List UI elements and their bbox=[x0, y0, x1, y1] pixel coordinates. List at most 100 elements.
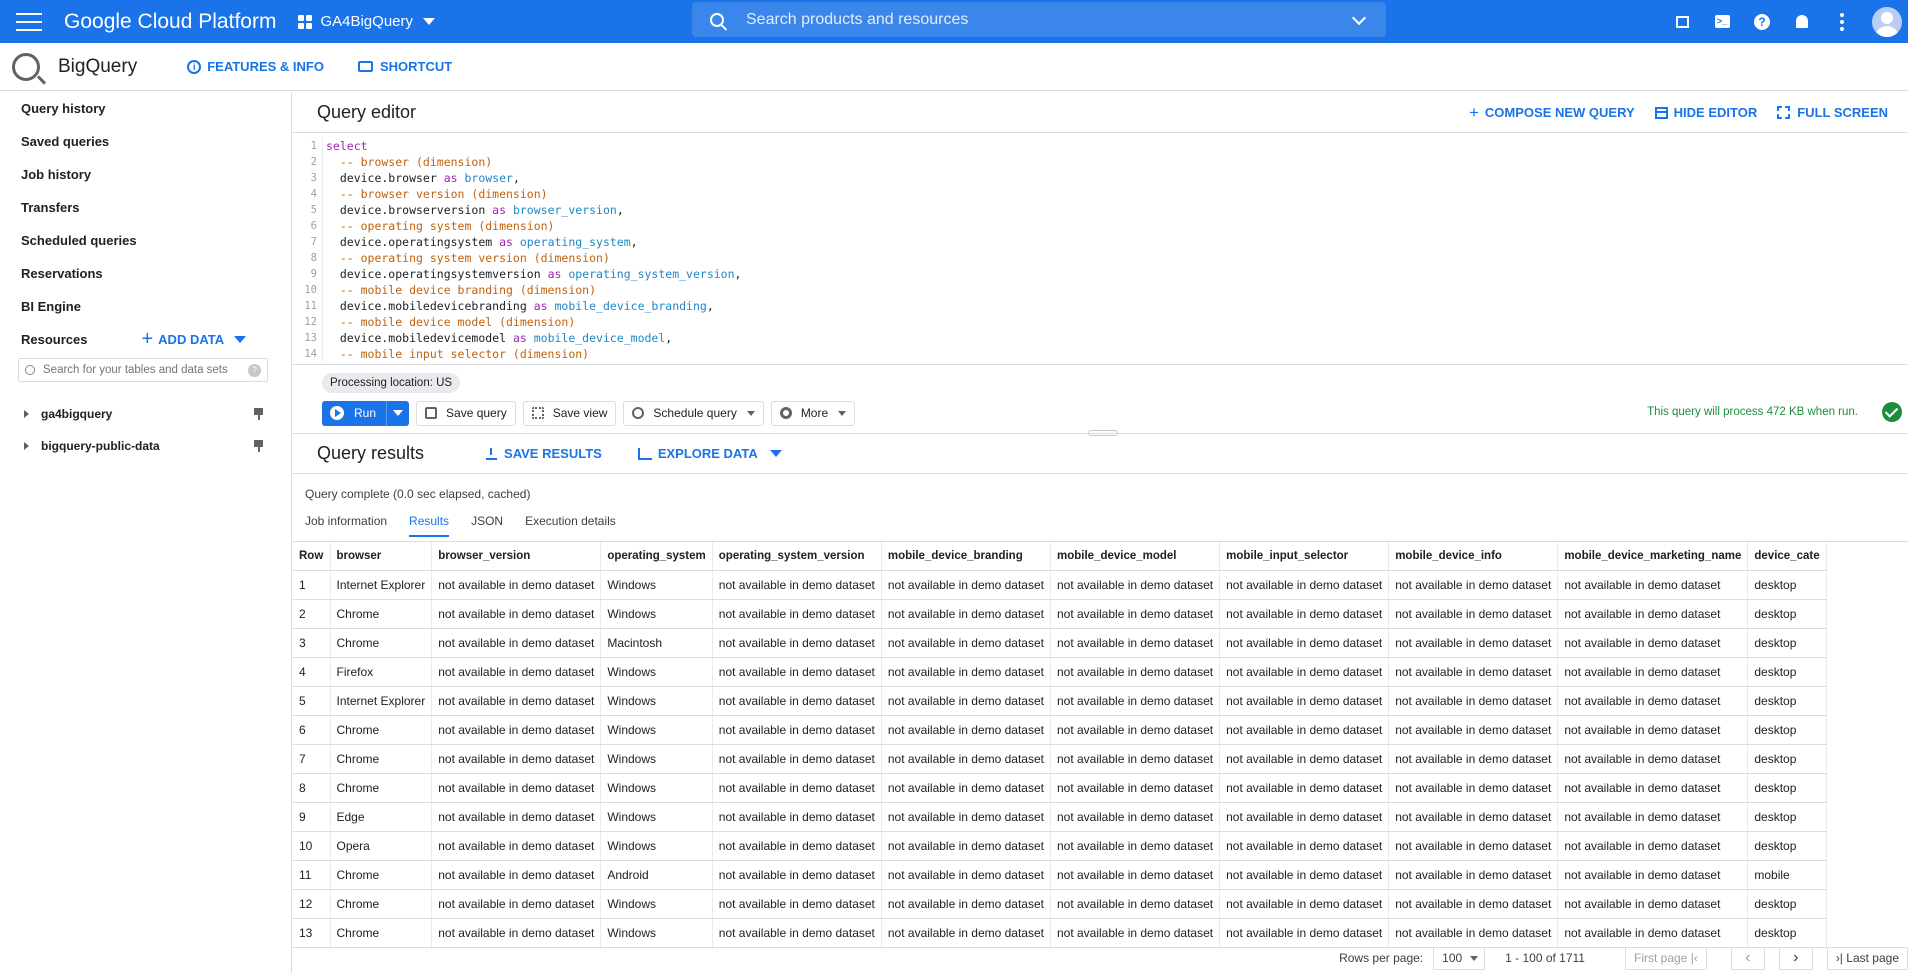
keyboard-icon bbox=[357, 61, 373, 72]
table-cell: not available in demo dataset bbox=[712, 686, 882, 716]
table-row[interactable]: 12 Chrome not available in demo dataset Win… bbox=[293, 889, 1827, 919]
column-header[interactable]: mobile_device_marketing_name bbox=[1557, 542, 1749, 571]
global-search[interactable]: Search products and resources bbox=[692, 2, 1386, 37]
table-row[interactable]: 1 Internet Explorer not available in demo … bbox=[293, 570, 1827, 600]
expand-arrow-icon[interactable] bbox=[24, 442, 29, 450]
column-header[interactable]: mobile_device_info bbox=[1388, 542, 1559, 571]
save-results-button[interactable]: SAVE RESULTS bbox=[486, 446, 602, 461]
table-cell: not available in demo dataset bbox=[431, 628, 602, 658]
expand-arrow-icon[interactable] bbox=[24, 410, 29, 418]
table-row[interactable]: 10 Opera not available in demo dataset Wind… bbox=[293, 831, 1827, 861]
tab-json[interactable]: JSON bbox=[471, 508, 503, 537]
menu-icon[interactable] bbox=[16, 12, 42, 31]
rows-per-page-select[interactable]: 100 bbox=[1433, 946, 1486, 970]
table-cell: not available in demo dataset bbox=[1557, 802, 1749, 832]
table-cell: not available in demo dataset bbox=[712, 802, 882, 832]
results-table-container[interactable]: Row browser browser_version operating_syste… bbox=[293, 541, 1908, 949]
sql-editor[interactable]: 1 select 2 -- browser (dimension) 3 device.… bbox=[293, 133, 1908, 365]
previous-page-button[interactable]: ‹ bbox=[1730, 946, 1765, 970]
last-page-button[interactable]: ›| Last page bbox=[1826, 946, 1908, 970]
table-cell: desktop bbox=[1747, 599, 1827, 629]
compose-new-query-button[interactable]: + COMPOSE NEW QUERY bbox=[1469, 103, 1635, 123]
tree-item-project[interactable]: bigquery-public-data bbox=[0, 430, 291, 462]
next-page-button[interactable]: › bbox=[1778, 946, 1813, 970]
table-row[interactable]: 5 Internet Explorer not available in demo … bbox=[293, 686, 1827, 716]
run-button[interactable]: Run bbox=[322, 400, 410, 426]
processing-row: Processing location: US bbox=[293, 365, 1908, 395]
gift-icon[interactable] bbox=[1662, 0, 1702, 43]
column-header[interactable]: Row bbox=[293, 542, 331, 571]
column-header[interactable]: mobile_device_model bbox=[1050, 542, 1221, 571]
column-header[interactable]: device_cate bbox=[1747, 542, 1827, 571]
save-query-label: Save query bbox=[446, 406, 507, 420]
table-cell: desktop bbox=[1747, 744, 1827, 774]
code-token: select bbox=[326, 139, 368, 153]
code-line: 3 device.browser as browser, bbox=[293, 170, 1908, 186]
table-row[interactable]: 6 Chrome not available in demo dataset Wind… bbox=[293, 715, 1827, 745]
sidebar-item-reservations[interactable]: Reservations bbox=[0, 257, 291, 290]
help-icon[interactable]: ? bbox=[1742, 0, 1782, 43]
sidebar-item-job-history[interactable]: Job history bbox=[0, 158, 291, 191]
table-cell: not available in demo dataset bbox=[712, 599, 882, 629]
table-cell: Chrome bbox=[330, 744, 433, 774]
more-button[interactable]: More bbox=[770, 400, 856, 426]
explore-data-button[interactable]: EXPLORE DATA bbox=[637, 446, 782, 461]
run-dropdown[interactable] bbox=[387, 401, 409, 426]
sidebar-item-transfers[interactable]: Transfers bbox=[0, 191, 291, 224]
add-data-button[interactable]: + ADD DATA bbox=[141, 328, 247, 351]
tab-execution-details[interactable]: Execution details bbox=[525, 508, 616, 537]
full-screen-button[interactable]: FULL SCREEN bbox=[1777, 105, 1888, 120]
project-selector[interactable]: GA4BigQuery bbox=[298, 13, 435, 30]
table-row[interactable]: 2 Chrome not available in demo dataset Wind… bbox=[293, 599, 1827, 629]
table-cell: not available in demo dataset bbox=[431, 599, 602, 629]
tab-results[interactable]: Results bbox=[409, 508, 450, 537]
more-vert-icon[interactable] bbox=[1822, 0, 1862, 43]
table-cell: not available in demo dataset bbox=[881, 599, 1051, 629]
resource-search-input[interactable] bbox=[43, 364, 248, 376]
features-info-button[interactable]: i FEATURES & INFO bbox=[187, 59, 324, 74]
table-cell: 9 bbox=[293, 802, 331, 832]
help-icon[interactable]: ? bbox=[248, 363, 261, 377]
sidebar-item-scheduled-queries[interactable]: Scheduled queries bbox=[0, 224, 291, 257]
hide-editor-button[interactable]: HIDE EDITOR bbox=[1654, 105, 1757, 120]
table-row[interactable]: 9 Edge not available in demo dataset Window… bbox=[293, 802, 1827, 832]
table-cell: desktop bbox=[1747, 628, 1827, 658]
sidebar-item-bi-engine[interactable]: BI Engine bbox=[0, 290, 291, 323]
brand-title[interactable]: Google Cloud Platform bbox=[64, 10, 276, 34]
pin-icon[interactable] bbox=[254, 440, 263, 452]
sidebar-item-query-history[interactable]: Query history bbox=[0, 92, 291, 125]
last-page-icon: ›| bbox=[1835, 951, 1843, 965]
column-header[interactable]: operating_system bbox=[600, 542, 713, 571]
resource-search[interactable]: ? bbox=[18, 358, 268, 382]
run-main[interactable]: Run bbox=[322, 400, 388, 426]
save-query-button[interactable]: Save query bbox=[416, 400, 516, 426]
pin-icon[interactable] bbox=[254, 408, 263, 420]
avatar[interactable] bbox=[1872, 6, 1902, 37]
table-row[interactable]: 3 Chrome not available in demo dataset Maci… bbox=[293, 628, 1827, 658]
table-row[interactable]: 11 Chrome not available in demo dataset And… bbox=[293, 860, 1827, 890]
table-row[interactable]: 7 Chrome not available in demo dataset Wind… bbox=[293, 744, 1827, 774]
table-cell: mobile bbox=[1747, 860, 1827, 890]
table-row[interactable]: 8 Chrome not available in demo dataset Wind… bbox=[293, 773, 1827, 803]
column-header[interactable]: operating_system_version bbox=[712, 542, 882, 571]
table-cell: not available in demo dataset bbox=[712, 860, 882, 890]
tab-job-information[interactable]: Job information bbox=[305, 508, 387, 537]
save-view-button[interactable]: Save view bbox=[522, 400, 617, 426]
schedule-query-button[interactable]: Schedule query bbox=[623, 400, 764, 426]
chevron-down-icon[interactable] bbox=[1351, 10, 1367, 25]
column-header[interactable]: browser_version bbox=[431, 542, 602, 571]
shortcut-button[interactable]: SHORTCUT bbox=[357, 59, 452, 74]
table-cell: not available in demo dataset bbox=[1557, 715, 1749, 745]
cloud-shell-icon[interactable]: >_ bbox=[1702, 0, 1742, 43]
column-header[interactable]: mobile_input_selector bbox=[1219, 542, 1390, 571]
table-cell: desktop bbox=[1747, 570, 1827, 600]
sidebar-item-saved-queries[interactable]: Saved queries bbox=[0, 125, 291, 158]
tree-item-project[interactable]: ga4bigquery bbox=[0, 398, 291, 430]
search-input[interactable]: Search products and resources bbox=[746, 11, 1354, 29]
notifications-icon[interactable] bbox=[1782, 0, 1822, 43]
column-header[interactable]: mobile_device_branding bbox=[881, 542, 1051, 571]
column-header[interactable]: browser bbox=[330, 542, 433, 571]
first-page-button[interactable]: First page |‹ bbox=[1624, 946, 1707, 970]
table-row[interactable]: 4 Firefox not available in demo dataset Win… bbox=[293, 657, 1827, 687]
table-cell: not available in demo dataset bbox=[1219, 715, 1390, 745]
